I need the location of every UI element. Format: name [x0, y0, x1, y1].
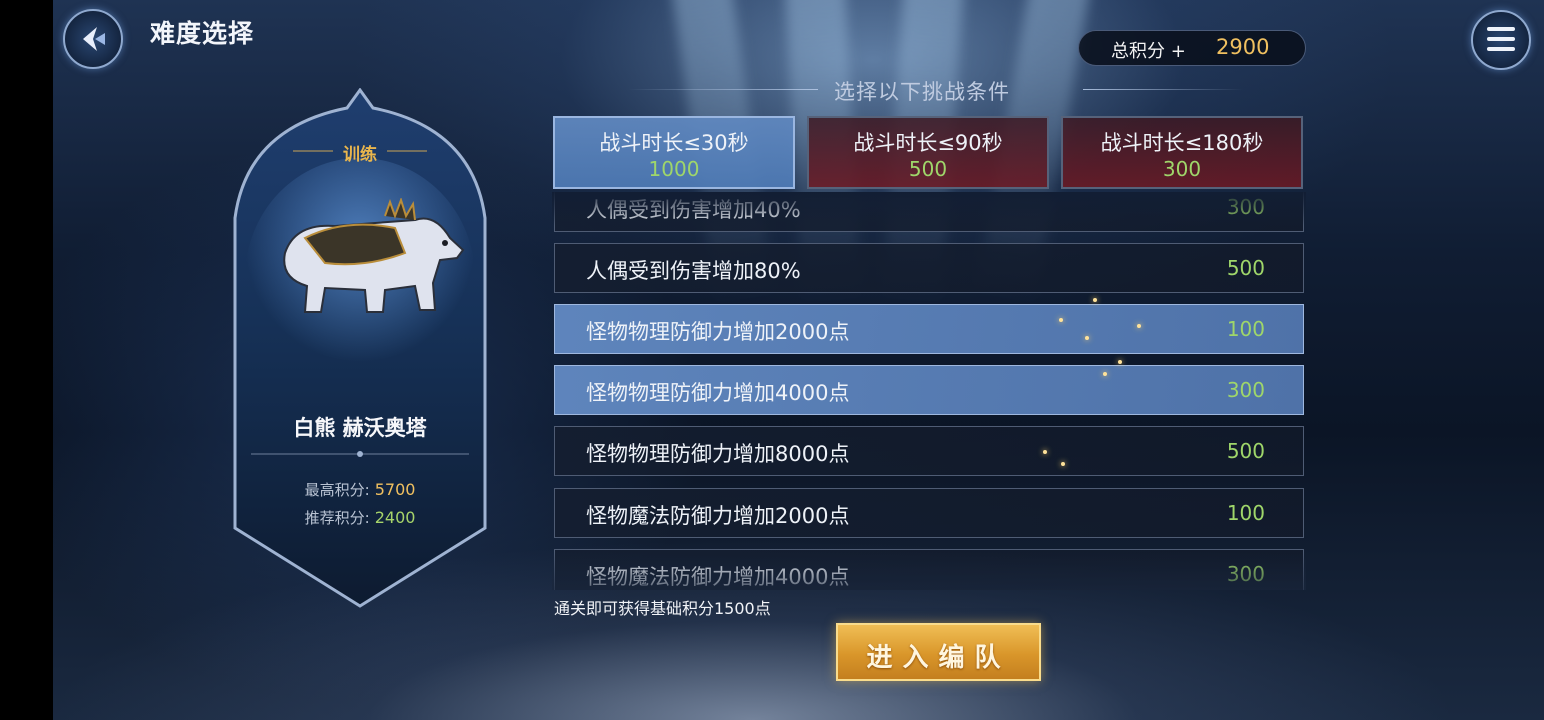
boss-name: 白熊 赫沃奥塔 [293, 416, 427, 440]
condition-label: 怪物魔法防御力增加4000点 [586, 565, 850, 589]
condition-value: 100 [1226, 501, 1265, 525]
sparkle-effect [1085, 336, 1089, 340]
sparkle-effect [1059, 318, 1063, 322]
time-option-label: 战斗时长≤180秒 [1100, 131, 1264, 155]
recommended-score-label: 推荐积分: [304, 509, 370, 527]
sparkle-effect [1093, 298, 1097, 302]
page-title: 难度选择 [150, 19, 255, 48]
menu-button[interactable] [1471, 10, 1531, 70]
condition-row[interactable]: 人偶受到伤害增加80% 500 [554, 243, 1304, 293]
base-score-note: 通关即可获得基础积分1500点 [554, 599, 771, 618]
time-option-value: 500 [908, 157, 948, 181]
total-score-value: 2900 [1216, 35, 1270, 59]
time-option-label: 战斗时长≤90秒 [853, 131, 1003, 155]
condition-value: 100 [1226, 317, 1265, 341]
enter-team-label: 进入编队 [866, 643, 1011, 673]
sparkle-effect [1103, 372, 1107, 376]
condition-label: 怪物魔法防御力增加2000点 [586, 504, 850, 528]
recommended-score-value: 2400 [374, 508, 416, 527]
condition-value: 300 [1226, 378, 1265, 402]
condition-row[interactable]: 怪物物理防御力增加2000点 100 [554, 304, 1304, 354]
time-option-30s[interactable]: 战斗时长≤30秒 1000 [553, 116, 795, 189]
recommended-score-row: 推荐积分: 2400 [233, 507, 487, 528]
condition-label: 怪物物理防御力增加2000点 [586, 320, 850, 344]
back-arrow-icon [83, 27, 105, 51]
time-option-value: 300 [1162, 157, 1202, 181]
back-button[interactable] [63, 9, 123, 69]
time-option-180s[interactable]: 战斗时长≤180秒 300 [1061, 116, 1303, 189]
boss-mode-tag: 训练 [343, 145, 377, 165]
sparkle-effect [1061, 462, 1065, 466]
condition-value: 300 [1226, 195, 1265, 219]
polar-bear-icon [283, 198, 465, 313]
condition-label: 怪物物理防御力增加4000点 [586, 381, 850, 405]
condition-list[interactable]: 人偶受到伤害增加40% 300 人偶受到伤害增加80% 500 怪物物理防御力增… [552, 192, 1306, 590]
boss-card: 训练 白熊 赫沃奥塔 最高积分: 5700 推荐积分: 2400 [233, 88, 487, 608]
condition-row[interactable]: 怪物物理防御力增加8000点 500 [554, 426, 1304, 476]
best-score-row: 最高积分: 5700 [233, 479, 487, 500]
total-score-label: 总积分 + [1111, 41, 1186, 62]
enter-team-button[interactable]: 进入编队 [836, 623, 1041, 681]
condition-row[interactable]: 人偶受到伤害增加40% 300 [554, 192, 1304, 232]
game-screen: 难度选择 总积分 + 2900 训练 白熊 赫沃奥塔 最高积分: 5700 推荐… [53, 0, 1544, 720]
best-score-value: 5700 [374, 480, 416, 499]
condition-row[interactable]: 怪物物理防御力增加4000点 300 [554, 365, 1304, 415]
boss-card-frame [233, 88, 487, 608]
condition-value: 300 [1226, 562, 1265, 586]
condition-label: 怪物物理防御力增加8000点 [586, 442, 850, 466]
condition-label: 人偶受到伤害增加40% [586, 198, 801, 222]
condition-row[interactable]: 怪物魔法防御力增加2000点 100 [554, 488, 1304, 538]
condition-label: 人偶受到伤害增加80% [586, 259, 801, 283]
sparkle-effect [1137, 324, 1141, 328]
total-score-box: 总积分 + 2900 [1078, 30, 1306, 66]
condition-row[interactable]: 怪物魔法防御力增加4000点 300 [554, 549, 1304, 590]
condition-value: 500 [1226, 439, 1265, 463]
best-score-label: 最高积分: [304, 481, 370, 499]
condition-value: 500 [1226, 256, 1265, 280]
sparkle-effect [1118, 360, 1122, 364]
title-divider-left [628, 89, 818, 90]
time-option-90s[interactable]: 战斗时长≤90秒 500 [807, 116, 1049, 189]
time-option-value: 1000 [648, 157, 700, 181]
challenge-title: 选择以下挑战条件 [834, 80, 1010, 104]
sparkle-effect [1043, 450, 1047, 454]
time-option-label: 战斗时长≤30秒 [599, 131, 749, 155]
title-divider-right [1083, 89, 1243, 90]
